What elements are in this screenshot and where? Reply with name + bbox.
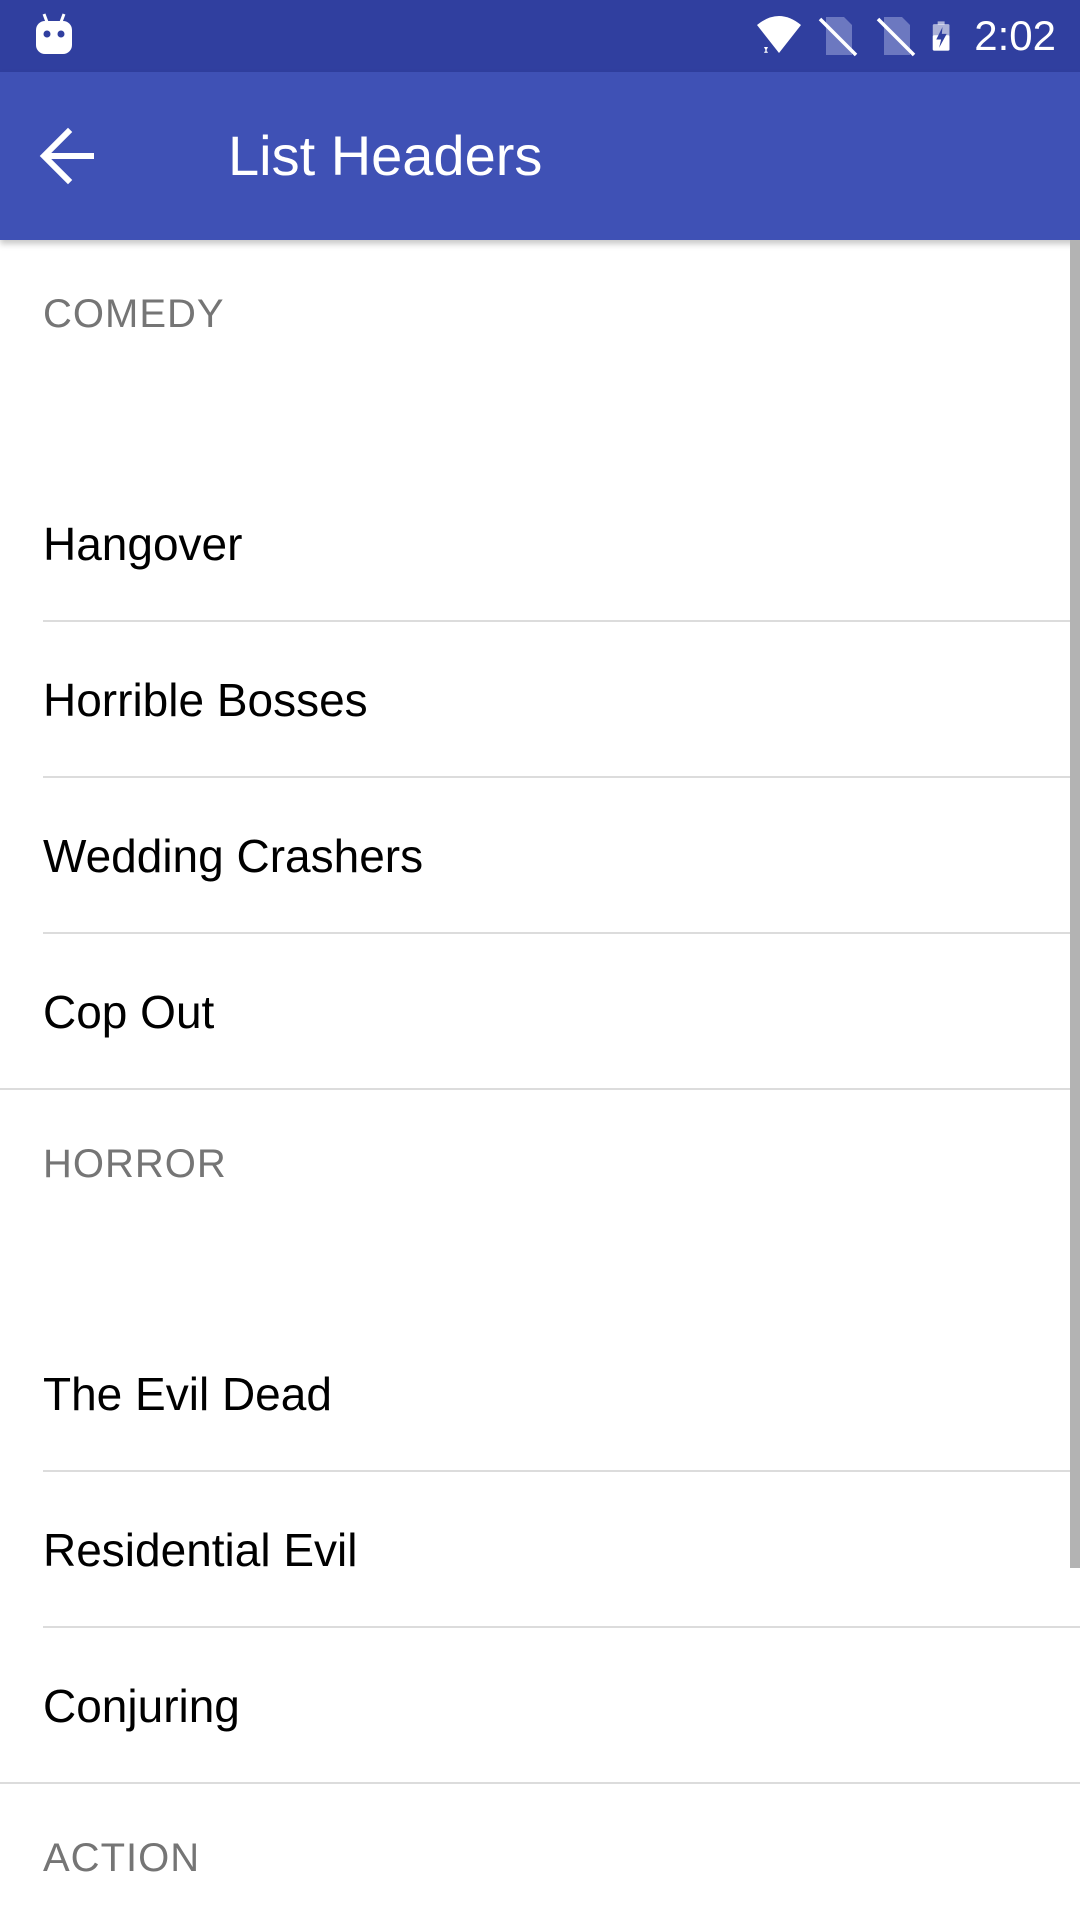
wifi-icon [757,16,802,53]
arrow-back-icon [39,127,94,185]
status-icons: 2:02 [744,0,1056,72]
status-bar: 2:02 [0,0,1080,72]
list-item-label: Hangover [43,518,243,570]
section-header-label: HORROR [43,1142,227,1186]
section-header-action: ACTION [0,1784,1080,1920]
list-item[interactable]: Residential Evil [0,1472,1080,1628]
android-debug-icon [36,13,72,54]
back-button[interactable] [20,108,116,204]
page-title: List Headers [228,124,543,187]
list-item[interactable]: The Evil Dead [0,1316,1080,1472]
list-item[interactable]: Cop Out [0,934,1080,1090]
section-header-label: COMEDY [43,292,225,336]
no-sim-icon [819,17,858,57]
section-header-comedy: COMEDY [0,240,1080,388]
list-item-label: The Evil Dead [43,1368,332,1420]
list-item[interactable]: Wedding Crashers [0,778,1080,934]
movie-list[interactable]: COMEDY Hangover Horrible Bosses Wedding … [0,240,1080,1920]
section-header-horror: HORROR [0,1090,1080,1238]
list-item-label: Residential Evil [43,1524,358,1576]
list-item[interactable]: Hangover [0,466,1080,622]
app-toolbar: List Headers [0,72,1080,240]
no-sim-icon [877,17,916,57]
clock: 2:02 [974,12,1056,59]
scrollbar[interactable] [1070,240,1080,1568]
list-item[interactable]: Horrible Bosses [0,622,1080,778]
list-item[interactable]: Conjuring [0,1628,1080,1784]
section-header-label: ACTION [43,1836,201,1880]
list-item-label: Conjuring [43,1680,240,1732]
list-item-label: Wedding Crashers [43,830,424,882]
battery-charging-icon [933,21,950,51]
list-item-label: Cop Out [43,986,215,1038]
list-item-label: Horrible Bosses [43,674,368,726]
